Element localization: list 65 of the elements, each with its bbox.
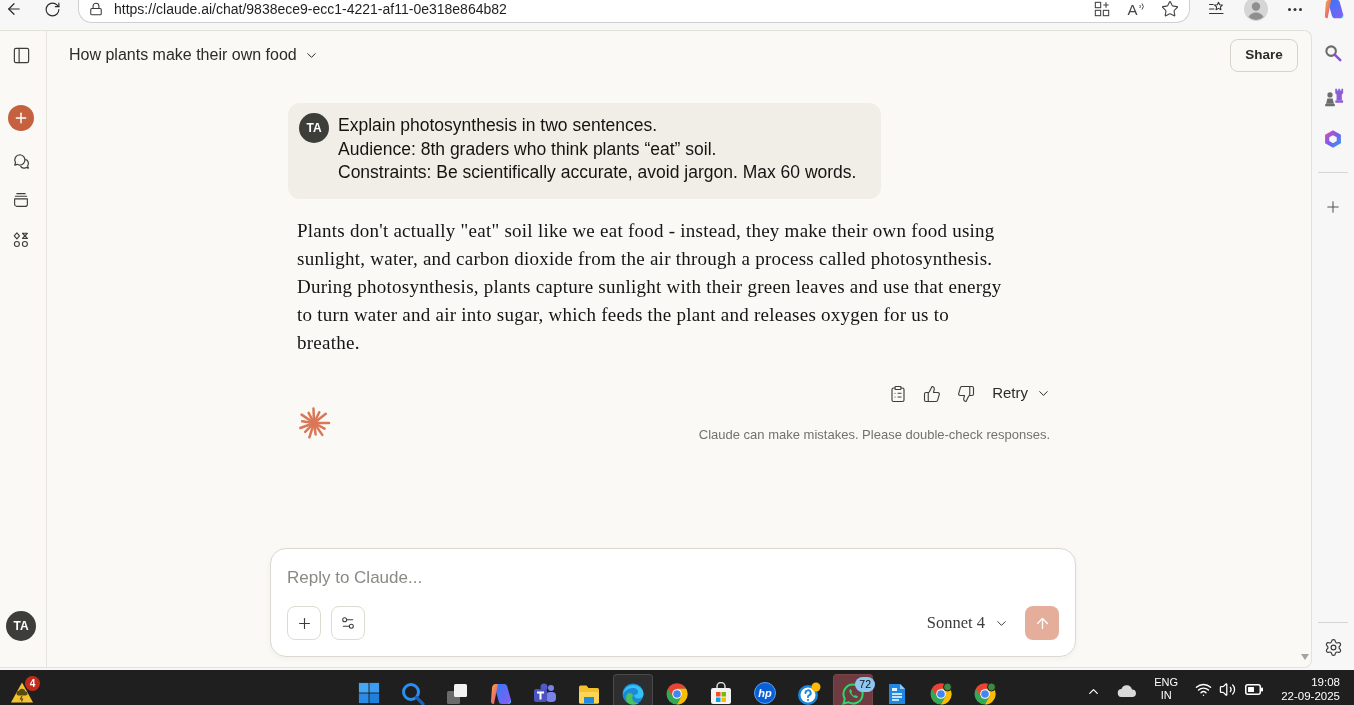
wifi-icon (1195, 681, 1213, 698)
chat-bubbles-icon (11, 151, 31, 171)
unread-count-badge: 72 (855, 677, 875, 692)
assistant-logo-icon (489, 682, 513, 705)
scroll-down-arrow-icon (1301, 654, 1309, 660)
message-composer[interactable]: Reply to Claude... Sonnet 4 (270, 548, 1076, 657)
user-message-text: Explain photosynthesis in two sentences. Audience: 8th graders who think plants “eat” soil. Constraints: Be scientifically accurate, avoid jargon. Max 60 words. (338, 114, 857, 184)
network-volume-battery-button[interactable] (1195, 681, 1264, 698)
new-chat-button[interactable] (8, 105, 34, 131)
sound-waves-icon (1138, 1, 1145, 11)
plus-icon (1324, 198, 1342, 216)
taskbar-app-button[interactable] (613, 674, 653, 705)
model-selector[interactable]: Sonnet 4 (926, 610, 1009, 636)
team-chat-icon (533, 682, 557, 705)
chess-pieces-icon (1322, 86, 1344, 108)
edge-browser-icon (621, 682, 645, 705)
sliders-icon (340, 615, 356, 631)
input-language-button[interactable]: ENG IN (1151, 676, 1182, 702)
response-text: Plants don't actually "eat" soil like we eat food - instead, they make their own food using sunlight, water, and carbon dioxide from the air through a process called photosynthesis. During photosynthesis, plants capture sunlight with their green leaves and use that energy to turn water and air into sugar, which feeds the plant and releases oxygen for us to breathe. (297, 218, 1002, 355)
shapes-icon (12, 231, 30, 249)
lock-icon (89, 2, 103, 16)
box-stack-icon (12, 191, 30, 209)
thumbs-up-icon (923, 384, 942, 403)
person-avatar-icon (1244, 0, 1268, 21)
speaker-icon (1219, 681, 1237, 698)
clock-button[interactable]: 19:08 22-09-2025 (1281, 675, 1340, 703)
ellipsis-icon (1288, 7, 1302, 11)
tools-button[interactable] (331, 606, 365, 640)
assistant-logo-icon (1323, 0, 1345, 20)
clipboard-icon (889, 384, 908, 403)
star-icon (1161, 0, 1179, 18)
search-icon (401, 682, 425, 705)
user-avatar: TA (299, 113, 329, 143)
refresh-icon (43, 0, 61, 18)
task-view-icon (445, 682, 469, 705)
alert-count-badge: 4 (25, 676, 40, 691)
plus-icon (13, 110, 29, 126)
start-icon (358, 682, 380, 704)
taskbar-app-button[interactable]: hp (745, 674, 785, 705)
reply-input[interactable]: Reply to Claude... (287, 563, 1059, 593)
help-icon (797, 682, 821, 705)
hp-logo: hp (754, 682, 776, 704)
spark-logo-icon (297, 405, 331, 440)
cloud-icon (1117, 685, 1138, 697)
store-bag-icon (709, 682, 733, 705)
panel-icon (11, 45, 31, 65)
grid-plus-icon (1094, 1, 1110, 17)
read-aloud-button[interactable]: A (1122, 0, 1150, 18)
disclaimer-text: Claude can make mistakes. Please double-check responses. (698, 426, 1050, 443)
settings-icon (1323, 637, 1343, 657)
cloud-sync-button[interactable] (1117, 684, 1138, 698)
address-bar[interactable]: https://claude.ai/chat/9838ece9-ecc1-4221-af11-0e318e864b82 A (78, 0, 1190, 23)
battery-icon (1245, 684, 1264, 695)
share-button[interactable]: Share (1230, 38, 1298, 72)
taskbar-app-button[interactable]: 72 (833, 674, 873, 705)
profile-button[interactable] (1242, 0, 1270, 18)
address-url: https://claude.ai/chat/9838ece9-ecc1-4221-af11-0e318e864b82 (114, 0, 507, 18)
hexagon-ring-icon (1323, 129, 1343, 149)
chat-title-button[interactable]: How plants make their own food (69, 43, 319, 67)
thumbs-down-icon (957, 384, 976, 403)
search-icon (1323, 43, 1343, 63)
weather-button[interactable]: 4 (10, 678, 38, 705)
chrome-browser-icon (665, 682, 689, 705)
retry-button[interactable]: Retry (992, 382, 1051, 405)
user-avatar-button[interactable]: TA (6, 611, 36, 641)
